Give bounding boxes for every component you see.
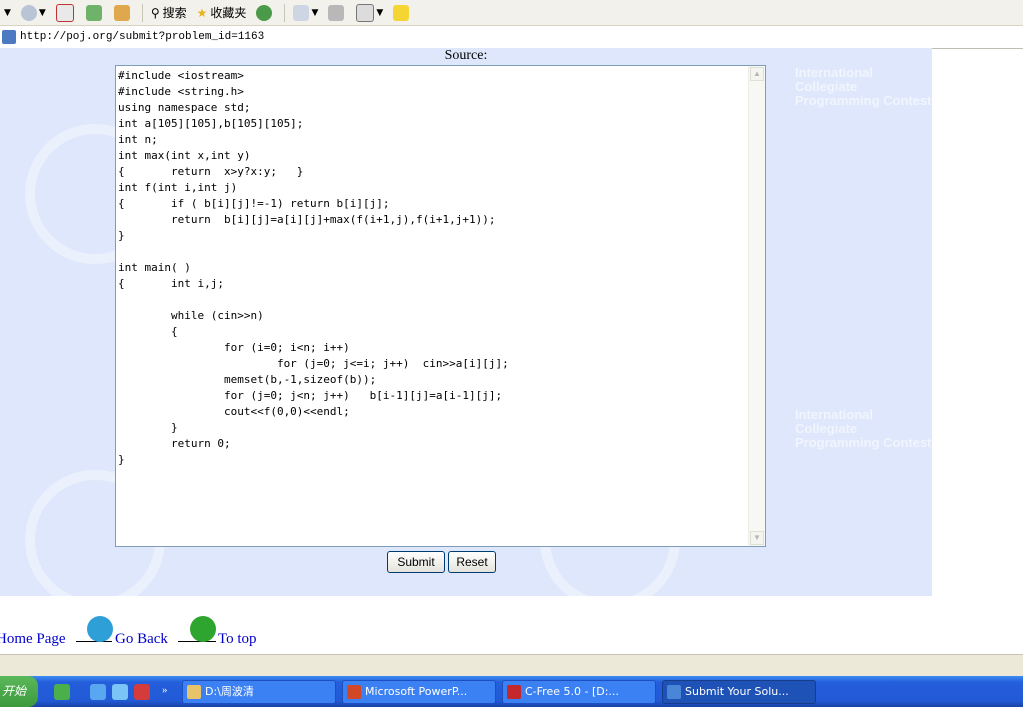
toolbar-divider [284, 3, 286, 22]
start-button[interactable]: 开始 [0, 676, 38, 707]
scroll-down-icon[interactable]: ▼ [750, 531, 764, 545]
mail-button[interactable]: ▼ [289, 2, 322, 24]
status-bar [0, 654, 1023, 677]
source-code-textarea[interactable]: #include <iostream> #include <string.h> … [115, 65, 766, 547]
task-label: Microsoft PowerP... [365, 685, 468, 698]
note-icon [393, 4, 410, 21]
star-icon: ★ [196, 5, 208, 20]
more-chevron-icon[interactable]: » [162, 684, 178, 700]
history-icon [256, 4, 273, 21]
note-button[interactable] [389, 2, 415, 24]
word-icon [356, 3, 375, 22]
stop-button[interactable] [52, 2, 80, 24]
ie-icon [667, 685, 681, 699]
task-label: Submit Your Solu... [685, 685, 789, 698]
messenger-icon[interactable] [54, 684, 70, 700]
print-icon [328, 4, 345, 21]
favorites-label: 收藏夹 [210, 6, 247, 20]
search-button[interactable]: ⚲ 搜索 [147, 2, 191, 24]
page-icon [2, 30, 16, 44]
address-bar[interactable]: http://poj.org/submit?problem_id=1163 [0, 26, 1023, 49]
reset-button[interactable]: Reset [448, 551, 496, 573]
taskbar: 开始 » D:\周波清 Microsoft PowerP... C-Free 5… [0, 676, 1023, 707]
app-shortcut-icon[interactable] [134, 684, 150, 700]
ie-shortcut-icon[interactable] [112, 684, 128, 700]
link-underline [76, 641, 112, 642]
home-button[interactable] [110, 2, 136, 24]
info-icon[interactable] [190, 616, 216, 642]
taskbar-task[interactable]: Submit Your Solu... [662, 680, 816, 704]
scroll-up-icon[interactable]: ▲ [750, 67, 764, 81]
source-label: Source: [444, 48, 488, 63]
link-underline [178, 641, 216, 642]
to-top-link[interactable]: To top [218, 631, 257, 648]
go-back-link[interactable]: Go Back [115, 631, 168, 648]
folder-icon [187, 685, 201, 699]
taskbar-task[interactable]: Microsoft PowerP... [342, 680, 496, 704]
watermark-text: International Collegiate Programming Cont… [795, 65, 932, 108]
task-label: C-Free 5.0 - [D:... [525, 685, 619, 698]
favorites-button[interactable]: ★ 收藏夹 [193, 2, 251, 24]
taskbar-task[interactable]: C-Free 5.0 - [D:... [502, 680, 656, 704]
taskbar-task[interactable]: D:\周波清 [182, 680, 336, 704]
ie-icon[interactable] [90, 684, 106, 700]
history-button[interactable] [252, 2, 278, 24]
search-label: 搜索 [162, 6, 187, 20]
toolbar-divider [141, 3, 143, 22]
submit-button[interactable]: Submit [387, 551, 445, 573]
forward-button[interactable]: ▼ [17, 2, 50, 24]
address-url[interactable]: http://poj.org/submit?problem_id=1163 [20, 31, 264, 43]
recycle-icon[interactable] [87, 616, 113, 642]
refresh-icon [85, 4, 102, 21]
mail-icon [293, 4, 310, 21]
home-icon [113, 4, 130, 21]
search-icon: ⚲ [150, 5, 160, 20]
back-arrow-icon[interactable]: ▼ [0, 2, 15, 24]
refresh-button[interactable] [82, 2, 108, 24]
source-code-text: #include <iostream> #include <string.h> … [118, 69, 509, 466]
forward-icon [20, 4, 37, 21]
task-label: D:\周波清 [205, 685, 254, 698]
browser-toolbar: ▼ ▼ ⚲ 搜索 ★ 收藏夹 ▼ ▼ [0, 0, 1023, 26]
vertical-scrollbar[interactable]: ▲ ▼ [748, 66, 765, 546]
home-page-link[interactable]: Home Page [0, 631, 66, 648]
print-button[interactable] [324, 2, 350, 24]
watermark-text: International Collegiate Programming Cont… [795, 407, 932, 450]
powerpoint-icon [347, 685, 361, 699]
cfree-icon [507, 685, 521, 699]
edit-button[interactable]: ▼ [352, 2, 387, 24]
stop-icon [55, 3, 74, 22]
